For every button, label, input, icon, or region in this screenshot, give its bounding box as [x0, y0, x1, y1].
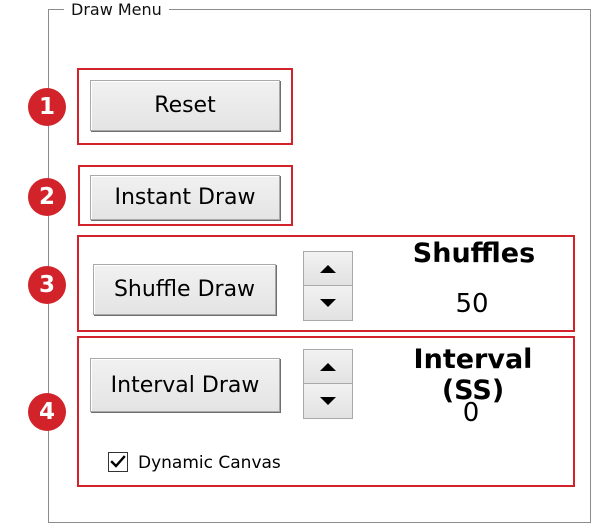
shuffles-increment-button[interactable] [304, 252, 352, 286]
step-marker-3: 3 [28, 266, 66, 304]
shuffle-draw-button[interactable]: Shuffle Draw [93, 264, 276, 315]
interval-draw-button[interactable]: Interval Draw [90, 358, 280, 412]
shuffles-value: 50 [455, 289, 489, 319]
interval-increment-button[interactable] [304, 350, 352, 384]
instant-draw-button[interactable]: Instant Draw [90, 175, 280, 220]
interval-decrement-button[interactable] [304, 384, 352, 418]
step-marker-2: 2 [28, 178, 66, 216]
interval-label: Interval (SS) [413, 344, 533, 406]
shuffles-decrement-button[interactable] [304, 286, 352, 320]
interval-spinner [303, 349, 353, 419]
dynamic-canvas-checkbox[interactable] [108, 452, 128, 472]
dynamic-canvas-label[interactable]: Dynamic Canvas [138, 452, 281, 474]
interval-value: 0 [462, 398, 480, 428]
triangle-down-icon [320, 397, 336, 405]
triangle-up-icon [320, 362, 336, 371]
checkmark-icon [110, 455, 126, 468]
shuffles-spinner [303, 251, 353, 321]
step-marker-1: 1 [28, 88, 66, 126]
reset-button[interactable]: Reset [90, 80, 280, 131]
triangle-up-icon [320, 264, 336, 273]
draw-menu-title: Draw Menu [64, 0, 169, 20]
shuffles-label: Shuffles [412, 238, 536, 269]
triangle-down-icon [320, 299, 336, 307]
step-marker-4: 4 [28, 393, 66, 431]
